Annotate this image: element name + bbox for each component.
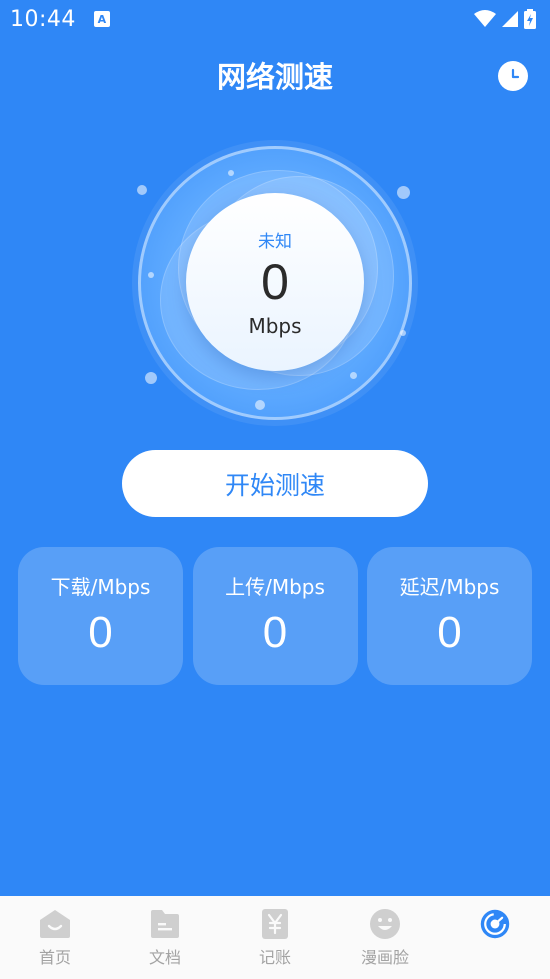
tab-home-label: 首页 [38,948,71,967]
speed-gauge: 未知 0 Mbps [138,146,412,420]
gauge-value: 0 [261,253,289,310]
decor-dot [137,185,147,195]
tab-speed-test[interactable] [440,908,550,944]
decor-dot [255,400,265,410]
tab-documents-label: 文档 [148,948,181,967]
yen-icon [259,908,291,940]
tab-cartoon-face[interactable]: 漫画脸 [330,908,440,968]
status-time: 10:44 [10,6,76,32]
gauge-center: 未知 0 Mbps [186,193,364,371]
a-icon: A [93,11,110,27]
gauge-status: 未知 [258,231,292,252]
smiley-icon [369,908,401,940]
tab-accounting-label: 记账 [258,948,291,967]
wifi-icon [474,10,496,27]
upload-card: 上传/Mbps 0 [192,547,358,685]
upload-value: 0 [262,608,288,657]
download-value: 0 [88,608,113,657]
clock-icon [511,68,520,79]
download-card: 下载/Mbps 0 [18,547,183,685]
status-bar: 10:44 A [0,0,550,38]
decor-dot [397,186,410,199]
tab-cartoon-face-label: 漫画脸 [360,948,409,967]
stats-panel: 下载/Mbps 0 上传/Mbps 0 延迟/Mbps 0 [18,547,532,685]
status-left: 10:44 A [10,7,110,32]
bottom-tab-bar: 首页 文档 记账 漫画脸 [0,896,550,979]
header: 网络测速 [0,52,550,102]
battery-charging-icon [524,9,536,29]
tab-documents[interactable]: 文档 [110,908,220,968]
gauge-unit: Mbps [248,313,302,338]
decor-dot [400,330,406,336]
upload-label: 上传/Mbps [225,575,325,599]
speed-test-icon [479,908,511,940]
history-button[interactable] [498,61,528,91]
latency-card: 延迟/Mbps 0 [367,547,532,685]
tab-home[interactable]: 首页 [0,908,110,968]
decor-dot [350,372,357,379]
latency-value: 0 [437,608,462,657]
signal-icon [502,11,518,27]
home-icon [39,908,71,940]
latency-label: 延迟/Mbps [399,575,500,599]
tab-accounting[interactable]: 记账 [220,908,330,968]
start-speed-test-button[interactable]: 开始测速 [122,450,428,517]
document-icon [149,908,181,940]
decor-dot [148,272,154,278]
decor-dot [228,170,234,176]
download-label: 下载/Mbps [50,575,151,599]
decor-dot [145,372,157,384]
status-right [474,9,536,29]
page-title: 网络测速 [216,60,333,94]
